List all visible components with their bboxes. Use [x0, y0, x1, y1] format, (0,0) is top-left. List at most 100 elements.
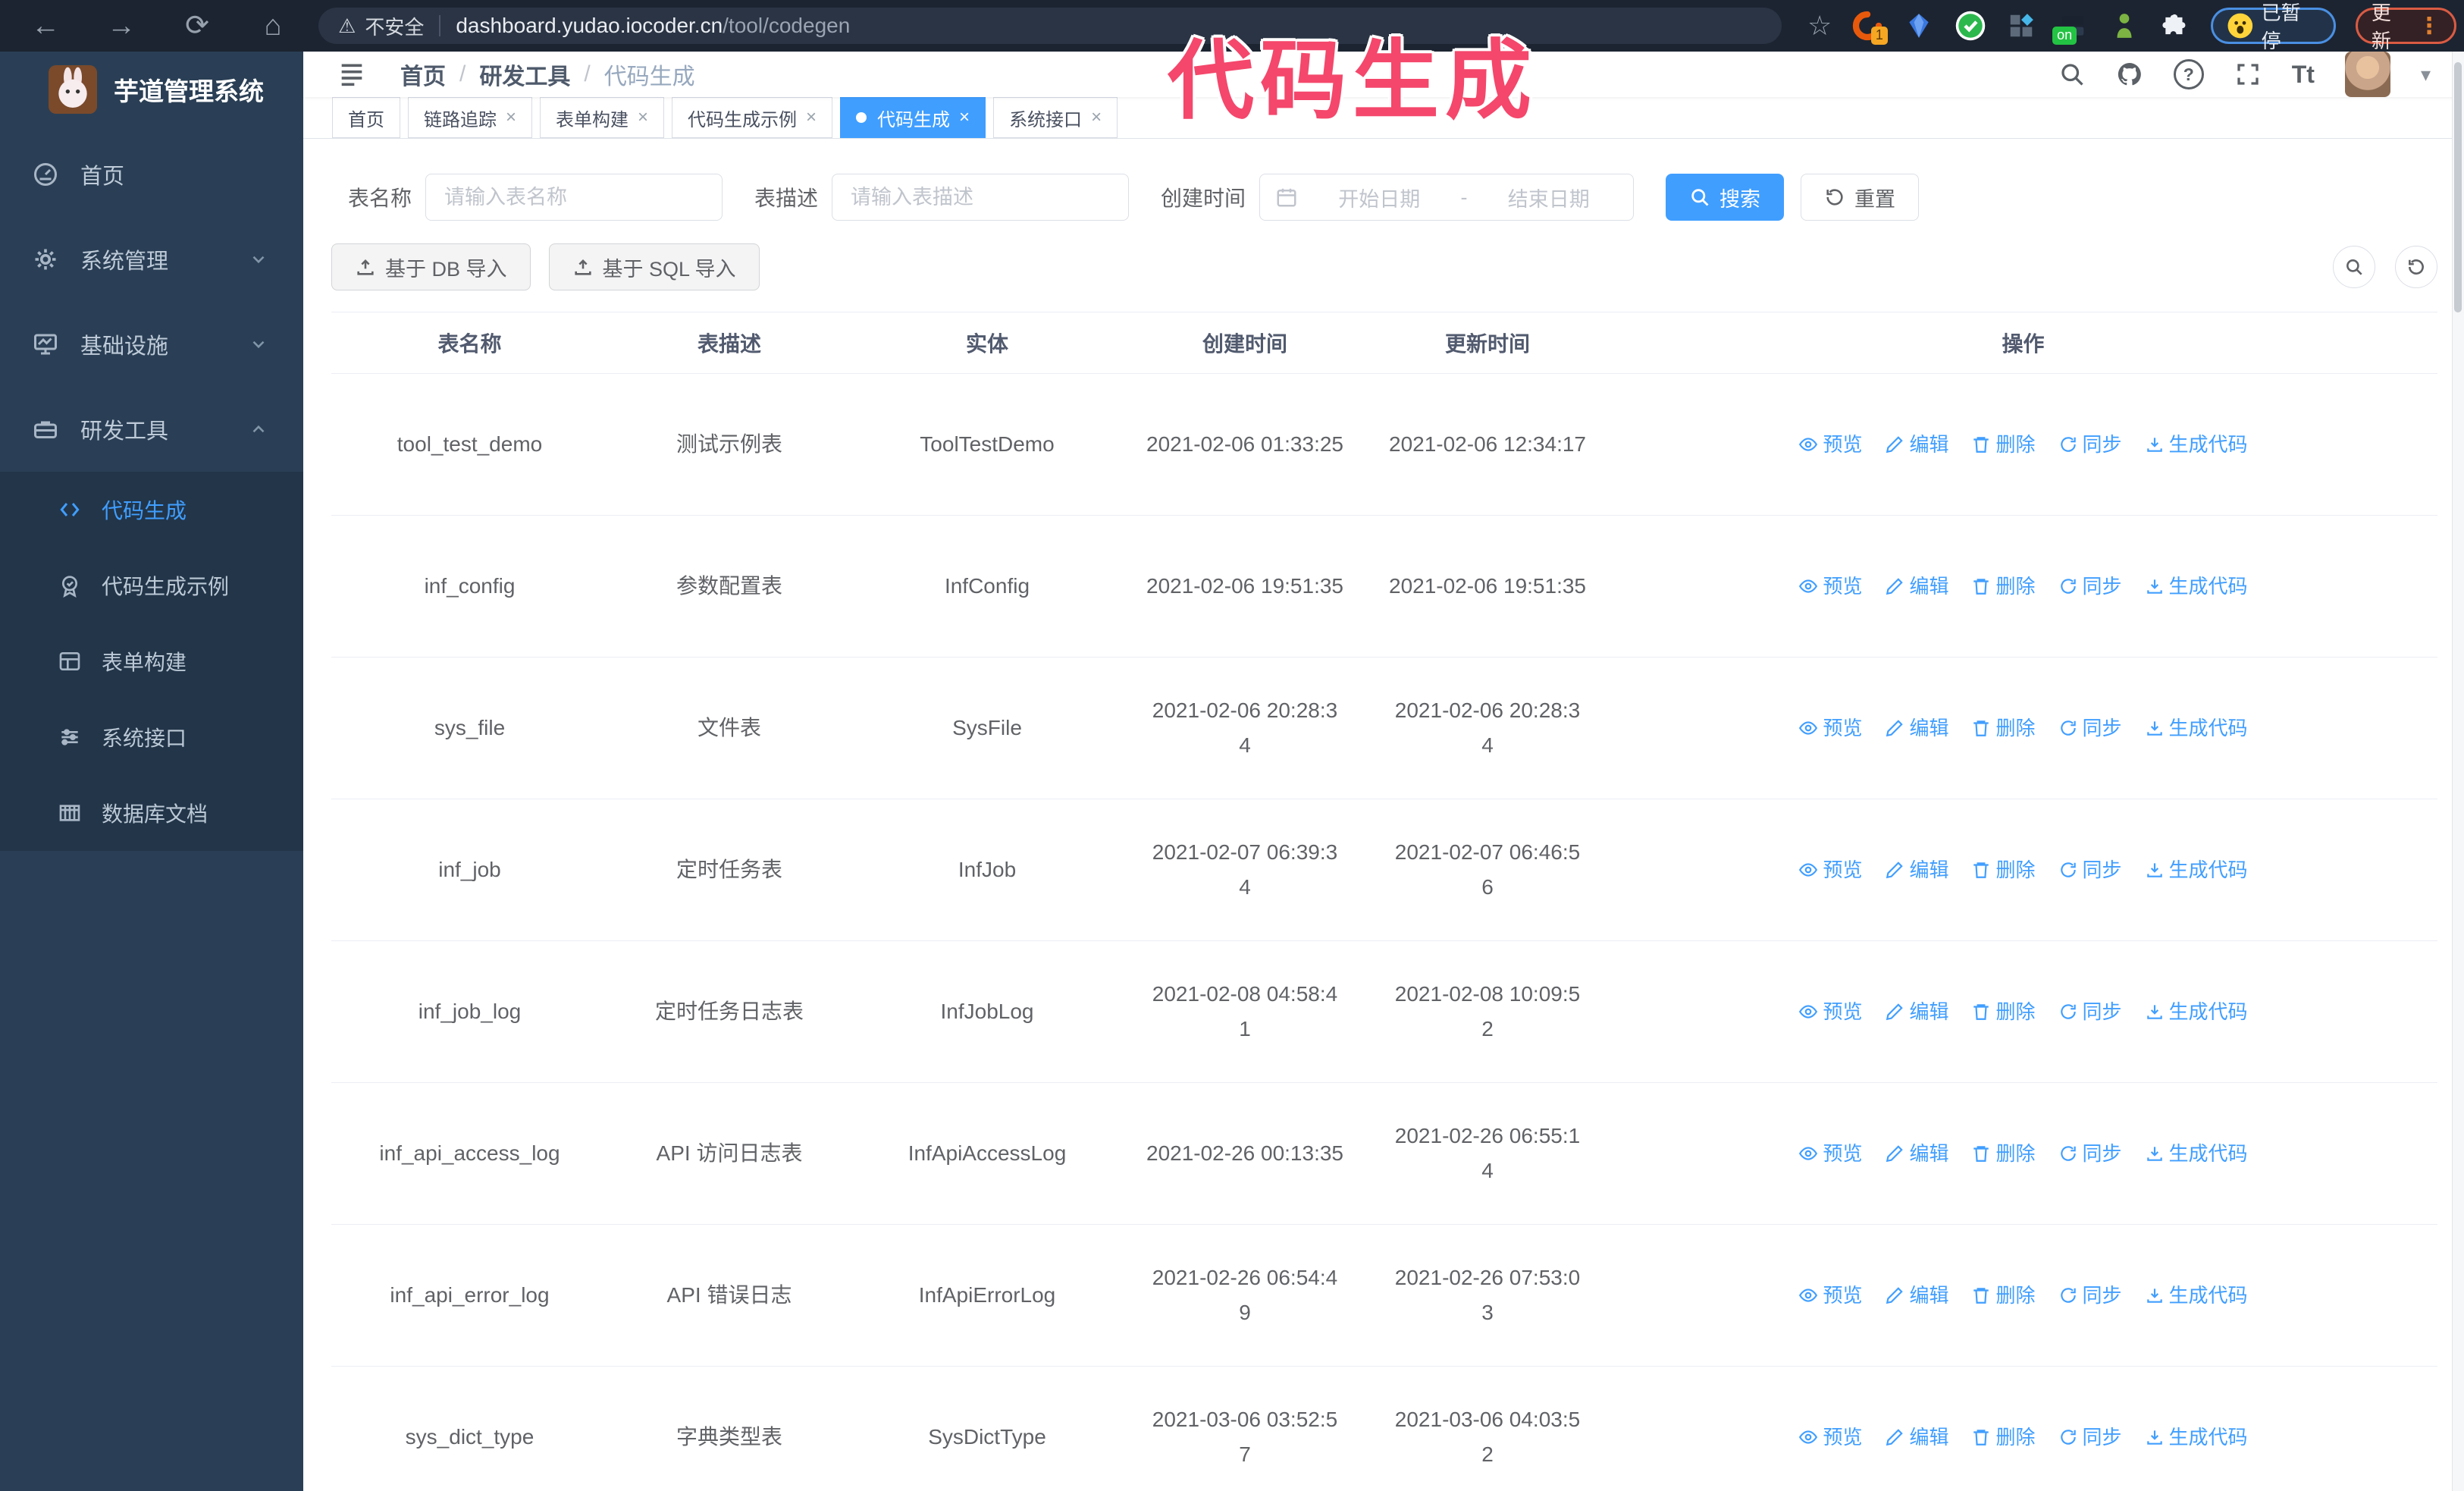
sidebar-item-system[interactable]: 系统管理 — [0, 217, 303, 302]
generate-code-link[interactable]: 生成代码 — [2145, 1278, 2248, 1313]
delete-link[interactable]: 删除 — [1971, 711, 2036, 746]
extension-icon-puzzle[interactable] — [2159, 10, 2191, 42]
preview-link[interactable]: 预览 — [1798, 1278, 1862, 1313]
close-icon[interactable]: × — [806, 108, 817, 127]
edit-link[interactable]: 编辑 — [1885, 427, 1948, 462]
generate-code-link[interactable]: 生成代码 — [2145, 711, 2248, 746]
browser-forward-button[interactable]: → — [105, 11, 138, 40]
sidebar-item-db-doc[interactable]: 数据库文档 — [0, 775, 303, 851]
extension-icon-on-badge[interactable]: on — [2052, 10, 2089, 45]
tab-codegen[interactable]: 代码生成 × — [840, 97, 986, 138]
browser-profile-chip[interactable]: 已暂停 — [2210, 2, 2336, 52]
close-icon[interactable]: × — [506, 108, 516, 127]
sidebar-item-home[interactable]: 首页 — [0, 132, 303, 217]
browser-reload-button[interactable]: ⟳ — [180, 11, 214, 40]
edit-link[interactable]: 编辑 — [1885, 994, 1948, 1029]
tab-codegen-example[interactable]: 代码生成示例 × — [672, 97, 833, 138]
sidebar-item-system-api[interactable]: 系统接口 — [0, 699, 303, 775]
delete-link[interactable]: 删除 — [1971, 1278, 2036, 1313]
github-icon[interactable] — [2116, 61, 2143, 88]
browser-home-button[interactable]: ⌂ — [256, 11, 290, 40]
sync-link[interactable]: 同步 — [2058, 852, 2122, 887]
sync-link[interactable]: 同步 — [2058, 1278, 2122, 1313]
sync-link[interactable]: 同步 — [2058, 1136, 2122, 1171]
browser-menu-icon[interactable]: ⋮ — [2418, 13, 2440, 39]
generate-code-link[interactable]: 生成代码 — [2145, 994, 2248, 1029]
edit-link[interactable]: 编辑 — [1885, 852, 1948, 887]
scrollbar-thumb[interactable] — [2454, 62, 2462, 312]
generate-code-link[interactable]: 生成代码 — [2145, 427, 2248, 462]
preview-link[interactable]: 预览 — [1798, 1420, 1862, 1455]
close-icon[interactable]: × — [959, 108, 970, 127]
edit-link[interactable]: 编辑 — [1885, 1278, 1948, 1313]
sync-link[interactable]: 同步 — [2058, 569, 2122, 604]
delete-link[interactable]: 删除 — [1971, 1420, 2036, 1455]
preview-link[interactable]: 预览 — [1798, 427, 1862, 462]
generate-code-link[interactable]: 生成代码 — [2145, 1136, 2248, 1171]
edit-link[interactable]: 编辑 — [1885, 569, 1948, 604]
sync-icon — [2060, 1146, 2076, 1161]
edit-link[interactable]: 编辑 — [1885, 711, 1948, 746]
sidebar-collapse-icon[interactable] — [337, 59, 367, 89]
tab-system-api[interactable]: 系统接口 × — [993, 97, 1118, 138]
browser-back-button[interactable]: ← — [29, 11, 62, 40]
vertical-scrollbar[interactable] — [2452, 52, 2464, 1491]
sidebar-item-codegen[interactable]: 代码生成 — [0, 472, 303, 548]
delete-link[interactable]: 删除 — [1971, 1136, 2036, 1171]
edit-link[interactable]: 编辑 — [1885, 1420, 1948, 1455]
delete-link[interactable]: 删除 — [1971, 427, 2036, 462]
preview-link[interactable]: 预览 — [1798, 1136, 1862, 1171]
sync-link[interactable]: 同步 — [2058, 427, 2122, 462]
sidebar-item-form-builder[interactable]: 表单构建 — [0, 623, 303, 699]
close-icon[interactable]: × — [638, 108, 648, 127]
extension-icon-orange[interactable]: 1 — [1851, 10, 1888, 45]
bookmark-star-icon[interactable]: ☆ — [1807, 10, 1832, 42]
user-avatar[interactable] — [2344, 52, 2390, 97]
search-button[interactable]: 搜索 — [1666, 174, 1785, 221]
help-icon[interactable]: ? — [2173, 59, 2204, 89]
delete-link[interactable]: 删除 — [1971, 852, 2036, 887]
delete-link[interactable]: 删除 — [1971, 994, 2036, 1029]
fullscreen-icon[interactable] — [2234, 61, 2262, 88]
extension-icon-green-figure[interactable] — [2108, 10, 2140, 42]
delete-link[interactable]: 删除 — [1971, 569, 2036, 604]
extension-icon-green-check[interactable] — [1955, 10, 1986, 42]
security-warning-icon[interactable]: ⚠ — [338, 14, 356, 38]
table-desc-input[interactable] — [832, 174, 1130, 221]
preview-link[interactable]: 预览 — [1798, 711, 1862, 746]
preview-link[interactable]: 预览 — [1798, 569, 1862, 604]
extension-icon-gem[interactable] — [1903, 10, 1935, 42]
tab-tracing[interactable]: 链路追踪 × — [408, 97, 533, 138]
search-icon[interactable] — [2058, 61, 2086, 88]
generate-code-link[interactable]: 生成代码 — [2145, 569, 2248, 604]
table-name-input[interactable] — [425, 174, 723, 221]
font-size-icon[interactable]: Tt — [2292, 61, 2315, 89]
generate-code-link[interactable]: 生成代码 — [2145, 1420, 2248, 1455]
sidebar-item-codegen-example[interactable]: 代码生成示例 — [0, 548, 303, 623]
date-range-picker[interactable]: 开始日期 - 结束日期 — [1259, 174, 1635, 221]
toggle-search-button[interactable] — [2333, 246, 2375, 288]
user-menu-caret-icon[interactable]: ▾ — [2421, 63, 2431, 86]
breadcrumb-devtools[interactable]: 研发工具 — [479, 58, 570, 91]
address-bar[interactable]: ⚠ 不安全 dashboard.yudao.iocoder.cn /tool/c… — [318, 8, 1782, 44]
sync-link[interactable]: 同步 — [2058, 994, 2122, 1029]
sidebar-item-infra[interactable]: 基础设施 — [0, 302, 303, 387]
reset-button[interactable]: 重置 — [1801, 174, 1920, 221]
preview-link[interactable]: 预览 — [1798, 994, 1862, 1029]
preview-link[interactable]: 预览 — [1798, 852, 1862, 887]
close-icon[interactable]: × — [1091, 108, 1102, 127]
browser-update-button[interactable]: 更新 ⋮ — [2355, 2, 2456, 52]
app-logo[interactable]: 芋道管理系统 — [0, 52, 303, 127]
sync-link[interactable]: 同步 — [2058, 711, 2122, 746]
breadcrumb-home[interactable]: 首页 — [400, 58, 446, 91]
import-db-button[interactable]: 基于 DB 导入 — [331, 243, 531, 290]
refresh-table-button[interactable] — [2395, 246, 2437, 288]
tab-form-builder[interactable]: 表单构建 × — [540, 97, 665, 138]
sidebar-item-devtools[interactable]: 研发工具 — [0, 387, 303, 472]
sync-link[interactable]: 同步 — [2058, 1420, 2122, 1455]
generate-code-link[interactable]: 生成代码 — [2145, 852, 2248, 887]
import-sql-button[interactable]: 基于 SQL 导入 — [548, 243, 760, 290]
tab-home[interactable]: 首页 — [332, 97, 400, 138]
extension-icon-grid[interactable] — [2006, 10, 2038, 42]
edit-link[interactable]: 编辑 — [1885, 1136, 1948, 1171]
